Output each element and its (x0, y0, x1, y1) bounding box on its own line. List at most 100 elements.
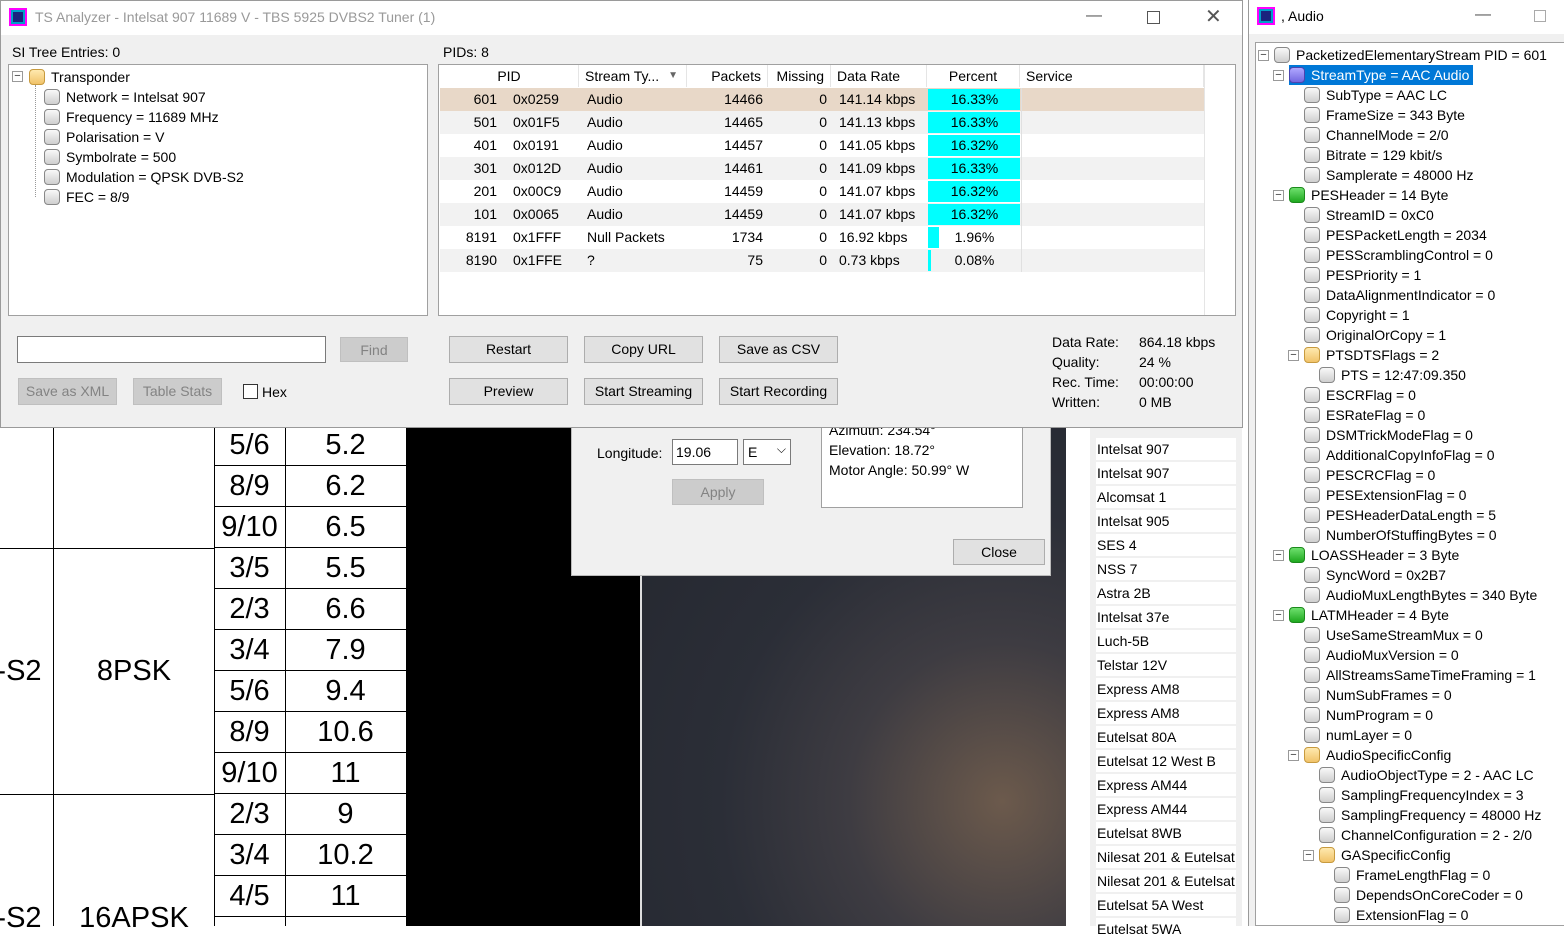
column-header[interactable]: Percent (927, 65, 1020, 87)
tree-node[interactable]: numLayer = 0 (1304, 725, 1416, 745)
table-row[interactable]: 301 0x012D Audio 14461 0 141.09 kbps 16.33% (440, 157, 1204, 180)
tree-node[interactable]: Symbolrate = 500 (44, 147, 176, 167)
apply-button[interactable]: Apply (672, 479, 764, 505)
list-item[interactable]: Alcomsat 1 (1096, 486, 1236, 508)
tree-node[interactable]: AudioMuxLengthBytes = 340 Byte (1304, 585, 1541, 605)
copy-url-button[interactable]: Copy URL (584, 336, 703, 363)
tree-node[interactable]: FEC = 8/9 (44, 187, 129, 207)
tree-node[interactable]: SamplingFrequency = 48000 Hz (1319, 805, 1545, 825)
list-item[interactable]: NSS 7 (1096, 558, 1236, 580)
maximize-icon[interactable] (1147, 11, 1160, 24)
list-item[interactable]: Eutelsat 8WB (1096, 822, 1236, 844)
collapse-icon[interactable]: − (12, 71, 23, 82)
collapse-icon[interactable]: − (1273, 610, 1284, 621)
collapse-icon[interactable]: − (1303, 850, 1314, 861)
table-row[interactable]: 601 0x0259 Audio 14466 0 141.14 kbps 16.33% (440, 88, 1204, 111)
tree-node[interactable]: FrameSize = 343 Byte (1304, 105, 1469, 125)
list-item[interactable]: Intelsat 37e (1096, 606, 1236, 628)
table-row[interactable]: 401 0x0191 Audio 14457 0 141.05 kbps 16.32% (440, 134, 1204, 157)
tree-node[interactable]: GASpecificConfig (1319, 845, 1455, 865)
table-row[interactable]: 101 0x0065 Audio 14459 0 141.07 kbps 16.32% (440, 203, 1204, 226)
table-stats-button[interactable]: Table Stats (133, 378, 222, 405)
tree-node[interactable]: SamplingFrequencyIndex = 3 (1319, 785, 1528, 805)
list-item[interactable]: Astra 2B (1096, 582, 1236, 604)
list-item[interactable]: Telstar 12V (1096, 654, 1236, 676)
tree-node[interactable]: Polarisation = V (44, 127, 164, 147)
list-item[interactable]: Eutelsat 12 West B (1096, 750, 1236, 772)
save-as-xml-button[interactable]: Save as XML (18, 378, 117, 405)
tree-node[interactable]: SubType = AAC LC (1304, 85, 1451, 105)
tree-node[interactable]: AdditionalCopyInfoFlag = 0 (1304, 445, 1499, 465)
tree-node[interactable]: NumSubFrames = 0 (1304, 685, 1456, 705)
collapse-icon[interactable]: − (1288, 350, 1299, 361)
list-item[interactable]: SES 4 (1096, 534, 1236, 556)
si-tree[interactable]: − Transponder Network = Intelsat 907 Freq… (8, 64, 428, 316)
pid-table[interactable]: PID Stream Ty... ▼ Packets Missing Data Rate P… (438, 64, 1236, 316)
tree-node[interactable]: AllStreamsSameTimeFraming = 1 (1304, 665, 1540, 685)
tree-node[interactable]: NumberOfStuffingBytes = 0 (1304, 525, 1501, 545)
list-item[interactable]: Intelsat 907 (1096, 462, 1236, 484)
tree-node[interactable]: DSMTrickModeFlag = 0 (1304, 425, 1477, 445)
tree-node[interactable]: StreamID = 0xC0 (1304, 205, 1438, 225)
tree-node[interactable]: ExtensionFlag = 0 (1334, 905, 1472, 925)
tree-node[interactable]: FrameLengthFlag = 0 (1334, 865, 1494, 885)
tree-node[interactable]: PESExtensionFlag = 0 (1304, 485, 1470, 505)
table-row[interactable]: 8191 0x1FFF Null Packets 1734 0 16.92 kbps 1.9… (440, 226, 1204, 249)
hex-checkbox[interactable] (243, 384, 258, 399)
start-streaming-button[interactable]: Start Streaming (584, 378, 703, 405)
tree-node[interactable]: Network = Intelsat 907 (44, 87, 206, 107)
start-recording-button[interactable]: Start Recording (719, 378, 838, 405)
list-item[interactable]: Express AM44 (1096, 798, 1236, 820)
tree-node[interactable]: NumProgram = 0 (1304, 705, 1437, 725)
column-header[interactable]: Missing (768, 65, 831, 87)
restart-button[interactable]: Restart (449, 336, 568, 363)
tree-node[interactable]: Copyright = 1 (1304, 305, 1414, 325)
column-header[interactable]: PID (440, 65, 579, 87)
tree-node[interactable]: PESHeaderDataLength = 5 (1304, 505, 1500, 525)
collapse-icon[interactable]: − (1273, 190, 1284, 201)
tree-node[interactable]: PESPriority = 1 (1304, 265, 1425, 285)
column-header[interactable]: Data Rate (831, 65, 927, 87)
minimize-icon[interactable]: — (1086, 7, 1102, 25)
preview-button[interactable]: Preview (449, 378, 568, 405)
table-row[interactable]: 8190 0x1FFE? 75 0 0.73 kbps 0.08% (440, 249, 1204, 272)
find-button[interactable]: Find (340, 337, 408, 362)
list-item[interactable]: Express AM8 (1096, 702, 1236, 724)
collapse-icon[interactable]: − (1273, 550, 1284, 561)
audio-tree[interactable]: − PacketizedElementaryStream PID = 601 − St… (1255, 42, 1564, 926)
close-button[interactable]: Close (953, 539, 1045, 565)
list-item[interactable]: Express AM44 (1096, 774, 1236, 796)
column-header[interactable]: Stream Ty... ▼ (579, 65, 687, 87)
table-row[interactable]: 201 0x00C9 Audio 14459 0 141.07 kbps 16.32% (440, 180, 1204, 203)
tree-node[interactable]: PacketizedElementaryStream PID = 601 (1274, 45, 1551, 65)
tree-node[interactable]: DataAlignmentIndicator = 0 (1304, 285, 1499, 305)
tree-node[interactable]: PTS = 12:47:09.350 (1319, 365, 1470, 385)
collapse-icon[interactable]: − (1288, 750, 1299, 761)
tree-node[interactable]: Modulation = QPSK DVB-S2 (44, 167, 244, 187)
list-item[interactable]: Eutelsat 80A (1096, 726, 1236, 748)
tree-node[interactable]: PESPacketLength = 2034 (1304, 225, 1491, 245)
list-item[interactable]: Intelsat 907 (1096, 438, 1236, 460)
list-item[interactable]: Nilesat 201 & Eutelsat (1096, 846, 1236, 868)
tree-node[interactable]: OriginalOrCopy = 1 (1304, 325, 1450, 345)
tree-node[interactable]: PTSDTSFlags = 2 (1304, 345, 1443, 365)
list-item[interactable]: Luch-5B (1096, 630, 1236, 652)
list-item[interactable]: Nilesat 201 & Eutelsat (1096, 870, 1236, 892)
direction-select[interactable]: E ⌵ (743, 439, 791, 465)
search-input[interactable] (17, 336, 326, 363)
tree-node[interactable]: AudioSpecificConfig (1304, 745, 1455, 765)
tree-node[interactable]: AudioObjectType = 2 - AAC LC (1319, 765, 1538, 785)
tree-node-transponder[interactable]: Transponder (29, 67, 130, 87)
column-header[interactable]: Service (1020, 65, 1204, 87)
tree-node[interactable]: DependsOnCoreCoder = 0 (1334, 885, 1527, 905)
tree-node[interactable]: Bitrate = 129 kbit/s (1304, 145, 1446, 165)
longitude-input[interactable] (672, 439, 738, 465)
save-as-csv-button[interactable]: Save as CSV (719, 336, 838, 363)
minimize-icon[interactable]: — (1475, 6, 1491, 24)
tree-node[interactable]: Samplerate = 48000 Hz (1304, 165, 1477, 185)
tree-node[interactable]: LOASSHeader = 3 Byte (1289, 545, 1463, 565)
tree-node[interactable]: PESHeader = 14 Byte (1289, 185, 1452, 205)
list-item[interactable]: Eutelsat 5WA (1096, 918, 1236, 940)
tree-node[interactable]: PESCRCFlag = 0 (1304, 465, 1439, 485)
tree-node[interactable]: StreamType = AAC Audio (1289, 65, 1474, 85)
